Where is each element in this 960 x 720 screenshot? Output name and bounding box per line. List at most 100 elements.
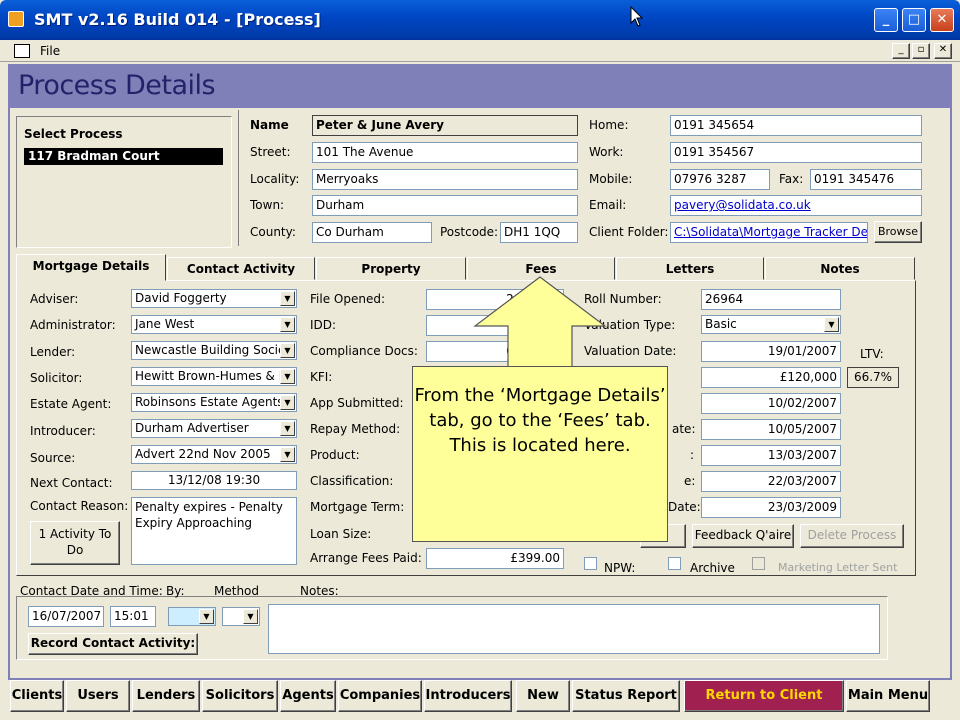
nav-clients-button[interactable]: Clients [10, 680, 64, 712]
lender-select[interactable]: Newcastle Building Societ ▼ [131, 341, 297, 360]
adviser-label: Adviser: [30, 292, 79, 306]
nav-main-menu-button[interactable]: Main Menu [846, 680, 930, 712]
dropdown-arrow-icon[interactable]: ▼ [824, 317, 839, 332]
dropdown-arrow-icon[interactable]: ▼ [280, 343, 295, 358]
date-field-3[interactable]: 10/05/2007 [701, 419, 841, 440]
browse-button[interactable]: Browse [874, 221, 922, 243]
name-label: Name [250, 118, 289, 132]
contact-date-label: Contact Date and Time: [20, 584, 163, 598]
estate-agent-select[interactable]: Robinsons Estate Agents ▼ [131, 393, 297, 412]
dropdown-arrow-icon[interactable]: ▼ [280, 447, 295, 462]
client-folder-field[interactable]: C:\Solidata\Mortgage Tracker Dem [670, 222, 868, 243]
dropdown-arrow-icon[interactable]: ▼ [243, 609, 258, 624]
email-field[interactable]: pavery@solidata.co.uk [670, 195, 922, 216]
fax-field[interactable]: 0191 345476 [810, 169, 922, 190]
loan-size-label: Loan Size: [310, 527, 372, 541]
maximize-button[interactable]: □ [902, 8, 926, 32]
file-opened-label: File Opened: [310, 292, 385, 306]
archive-checkbox[interactable] [668, 557, 681, 570]
dropdown-arrow-icon[interactable]: ▼ [280, 317, 295, 332]
by-select[interactable]: ▼ [168, 607, 216, 626]
town-field[interactable]: Durham [312, 195, 578, 216]
next-contact-field[interactable]: 13/12/08 19:30 [131, 471, 297, 490]
record-contact-activity-button[interactable]: Record Contact Activity: [28, 633, 198, 655]
valuation-date-field[interactable]: 19/01/2007 [701, 341, 841, 362]
dropdown-arrow-icon[interactable]: ▼ [280, 291, 295, 306]
date-field-4[interactable]: 13/03/2007 [701, 445, 841, 466]
nav-companies-button[interactable]: Companies [338, 680, 422, 712]
fax-label: Fax: [779, 172, 804, 186]
dropdown-arrow-icon[interactable]: ▼ [280, 369, 295, 384]
tab-mortgage-details[interactable]: Mortgage Details [16, 254, 166, 281]
dropdown-arrow-icon[interactable]: ▼ [199, 609, 214, 624]
npw-label: NPW: [604, 561, 636, 575]
close-button[interactable]: ✕ [930, 8, 954, 32]
nav-solicitors-button[interactable]: Solicitors [202, 680, 278, 712]
name-field[interactable]: Peter & June Avery [312, 115, 578, 136]
mdi-restore-button[interactable]: ▫ [912, 43, 930, 59]
nav-lenders-button[interactable]: Lenders [132, 680, 200, 712]
adviser-select[interactable]: David Foggerty ▼ [131, 289, 297, 308]
date-label-5: e: [684, 474, 696, 488]
by-label: By: [166, 584, 185, 598]
street-field[interactable]: 101 The Avenue [312, 142, 578, 163]
page-title: Process Details [18, 70, 216, 101]
locality-field[interactable]: Merryoaks [312, 169, 578, 190]
administrator-select[interactable]: Jane West ▼ [131, 315, 297, 334]
mouse-cursor-icon [630, 6, 644, 27]
contact-time-field[interactable]: 15:01 [110, 606, 156, 627]
notes-field[interactable] [268, 604, 880, 654]
date-field-2[interactable]: 10/02/2007 [701, 393, 841, 414]
dropdown-arrow-icon[interactable]: ▼ [280, 421, 295, 436]
feedback-questionnaire-button[interactable]: Feedback Q'aire [692, 524, 794, 548]
form-icon [14, 44, 30, 58]
home-field[interactable]: 0191 345654 [670, 115, 922, 136]
mdi-close-button[interactable]: ✕ [934, 43, 952, 59]
select-process-item[interactable]: 117 Bradman Court [24, 148, 223, 165]
date-field-6[interactable]: 23/03/2009 [701, 497, 841, 518]
source-select[interactable]: Advert 22nd Nov 2005 ▼ [131, 445, 297, 464]
nav-introducers-button[interactable]: Introducers [424, 680, 512, 712]
marketing-letter-checkbox[interactable] [752, 557, 765, 570]
nav-agents-button[interactable]: Agents [280, 680, 336, 712]
postcode-field[interactable]: DH1 1QQ [500, 222, 578, 243]
solicitor-label: Solicitor: [30, 371, 83, 385]
nav-return-to-client-button[interactable]: Return to Client [684, 680, 844, 712]
date-field-5[interactable]: 22/03/2007 [701, 471, 841, 492]
nav-users-button[interactable]: Users [66, 680, 130, 712]
arrange-fees-field[interactable]: £399.00 [426, 548, 564, 569]
tab-contact-activity[interactable]: Contact Activity [167, 257, 315, 280]
method-select[interactable]: ▼ [222, 607, 260, 626]
kfi-label: KFI: [310, 370, 333, 384]
date-label-3: ate: [672, 422, 696, 436]
archive-label: Archive [690, 561, 735, 575]
solicitor-value: Hewitt Brown-Humes & H [135, 369, 288, 383]
postcode-label: Postcode: [440, 225, 499, 239]
valuation-type-select[interactable]: Basic ▼ [701, 315, 841, 334]
administrator-label: Administrator: [30, 318, 116, 332]
dropdown-arrow-icon[interactable]: ▼ [280, 395, 295, 410]
callout-arrow-icon [473, 276, 607, 370]
county-field[interactable]: Co Durham [312, 222, 432, 243]
nav-new-button[interactable]: New [516, 680, 570, 712]
marketing-letter-label: Marketing Letter Sent [778, 561, 898, 574]
contact-reason-field[interactable]: Penalty expires - Penalty Expiry Approac… [131, 497, 297, 565]
roll-number-field[interactable]: 26964 [701, 289, 841, 310]
contact-date-field[interactable]: 16/07/2007 [28, 606, 104, 627]
solicitor-select[interactable]: Hewitt Brown-Humes & H ▼ [131, 367, 297, 386]
menu-file[interactable]: File [40, 44, 60, 58]
nav-status-report-button[interactable]: Status Report [572, 680, 680, 712]
mobile-label: Mobile: [589, 172, 633, 186]
administrator-value: Jane West [135, 317, 195, 331]
work-field[interactable]: 0191 354567 [670, 142, 922, 163]
npw-checkbox[interactable] [584, 557, 597, 570]
minimize-button[interactable]: _ [874, 8, 898, 32]
delete-process-button[interactable]: Delete Process [800, 524, 904, 548]
valuation-amount-field[interactable]: £120,000 [701, 367, 841, 388]
mobile-field[interactable]: 07976 3287 [670, 169, 770, 190]
activity-todo-button[interactable]: 1 Activity To Do [30, 521, 120, 565]
mdi-minimize-button[interactable]: _ [892, 43, 910, 59]
introducer-select[interactable]: Durham Advertiser ▼ [131, 419, 297, 438]
app-icon [8, 11, 24, 27]
tab-notes[interactable]: Notes [765, 257, 915, 280]
